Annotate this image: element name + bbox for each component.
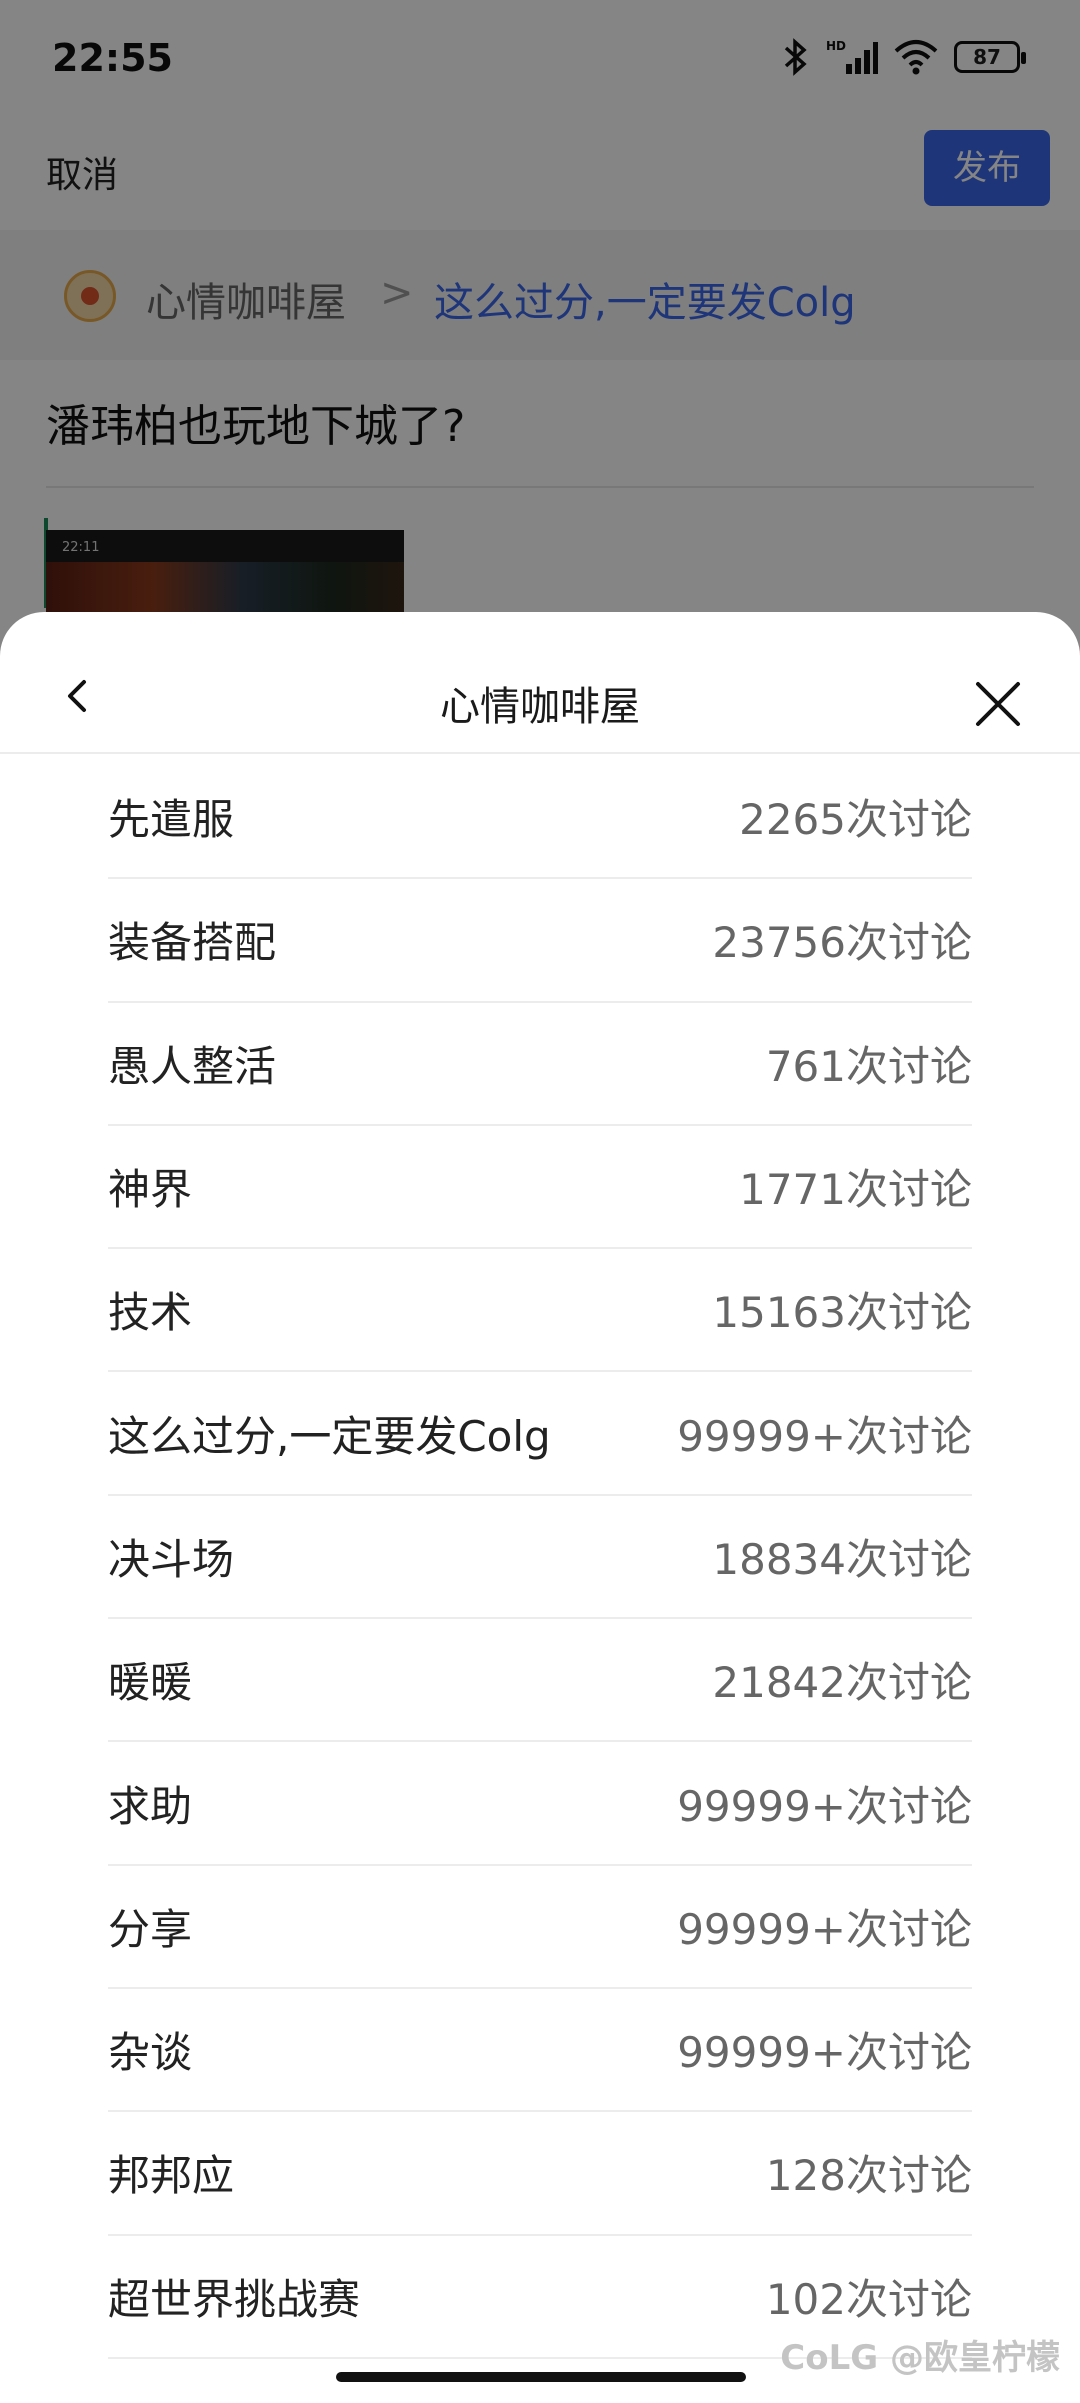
list-item[interactable]: 暖暖 21842次讨论 bbox=[108, 1619, 972, 1743]
list-item[interactable]: 分享 99999+次讨论 bbox=[108, 1866, 972, 1989]
list-item[interactable]: 神界 1771次讨论 bbox=[108, 1126, 972, 1250]
sheet-header: 心情咖啡屋 bbox=[0, 612, 1080, 754]
topic-count: 99999+次讨论 bbox=[677, 2028, 972, 2078]
topic-count: 15163次讨论 bbox=[712, 1288, 972, 1338]
topic-name: 超世界挑战赛 bbox=[108, 2274, 361, 2324]
list-item[interactable]: 装备搭配 23756次讨论 bbox=[108, 879, 972, 1003]
topic-count: 18834次讨论 bbox=[712, 1534, 972, 1584]
topic-name: 决斗场 bbox=[108, 1534, 235, 1584]
list-item[interactable]: 先遣服 2265次讨论 bbox=[108, 756, 972, 880]
topic-name: 愚人整活 bbox=[108, 1041, 277, 1091]
topic-name: 神界 bbox=[108, 1165, 193, 1215]
topic-count: 128次讨论 bbox=[765, 2151, 972, 2201]
topic-name: 分享 bbox=[108, 1904, 193, 1954]
home-indicator[interactable] bbox=[336, 2372, 746, 2382]
topic-count: 1771次讨论 bbox=[739, 1165, 972, 1215]
topic-name: 求助 bbox=[108, 1781, 193, 1831]
list-item[interactable]: 技术 15163次讨论 bbox=[108, 1249, 972, 1373]
sheet-title: 心情咖啡屋 bbox=[440, 684, 640, 730]
list-item[interactable]: 邦邦应 128次讨论 bbox=[108, 2112, 972, 2236]
list-item[interactable]: 这么过分,一定要发Colg 99999+次讨论 bbox=[108, 1372, 972, 1496]
topic-count: 21842次讨论 bbox=[712, 1658, 972, 1708]
topic-count: 23756次讨论 bbox=[712, 918, 972, 968]
topic-name: 先遣服 bbox=[108, 795, 235, 845]
topic-name: 暖暖 bbox=[108, 1658, 193, 1708]
topic-count: 2265次讨论 bbox=[739, 795, 972, 845]
topic-count: 99999+次讨论 bbox=[677, 1781, 972, 1831]
list-item[interactable]: 决斗场 18834次讨论 bbox=[108, 1496, 972, 1620]
topic-name: 杂谈 bbox=[108, 2028, 193, 2078]
topic-name: 装备搭配 bbox=[108, 918, 277, 968]
topic-count: 761次讨论 bbox=[765, 1041, 972, 1091]
topic-count: 99999+次讨论 bbox=[677, 1411, 972, 1461]
list-item[interactable]: 愚人整活 761次讨论 bbox=[108, 1003, 972, 1126]
topic-name: 技术 bbox=[108, 1288, 193, 1338]
topic-name: 邦邦应 bbox=[108, 2151, 235, 2201]
topic-list: 先遣服 2265次讨论 装备搭配 23756次讨论 愚人整活 761次讨论 神界 177… bbox=[108, 756, 972, 2359]
topic-count: 102次讨论 bbox=[765, 2274, 972, 2324]
close-icon[interactable] bbox=[972, 678, 1024, 730]
list-item[interactable]: 杂谈 99999+次讨论 bbox=[108, 1989, 972, 2113]
list-item[interactable]: 求助 99999+次讨论 bbox=[108, 1742, 972, 1866]
topic-count: 99999+次讨论 bbox=[677, 1904, 972, 1954]
topic-picker-sheet: 心情咖啡屋 先遣服 2265次讨论 装备搭配 23756次讨论 愚人整活 761次讨论… bbox=[0, 612, 1080, 2403]
watermark: CoLG @欧皇柠檬 bbox=[780, 2338, 1060, 2378]
topic-name: 这么过分,一定要发Colg bbox=[108, 1411, 551, 1461]
